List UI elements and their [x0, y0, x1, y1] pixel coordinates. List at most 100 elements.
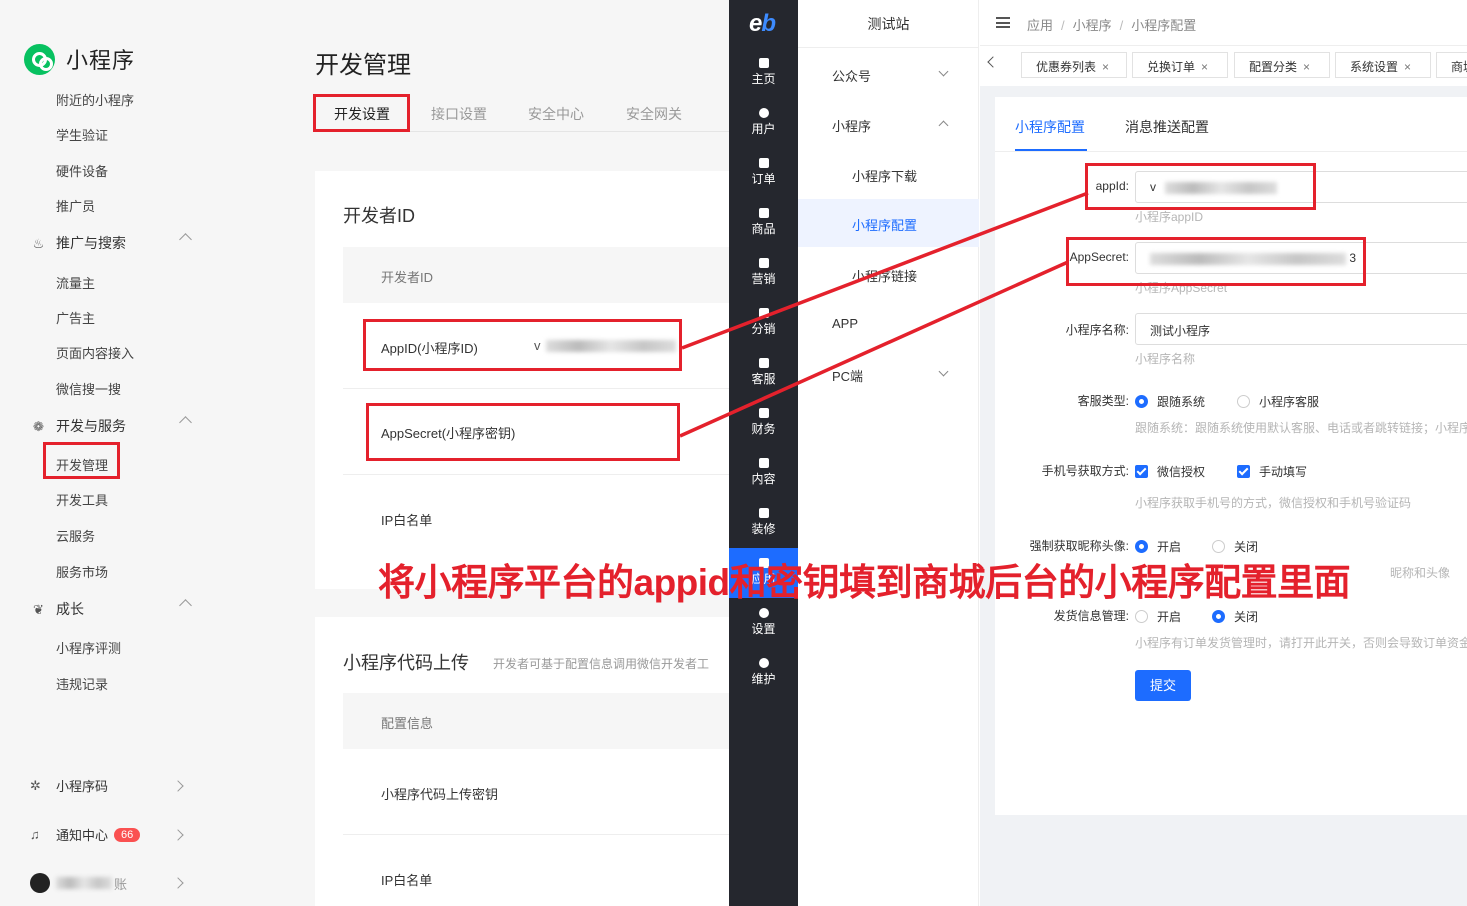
- sidebar-qrcode[interactable]: ✲ 小程序码: [30, 776, 184, 795]
- name-input[interactable]: 测试小程序: [1135, 313, 1467, 345]
- sidebar-item-content[interactable]: 页面内容接入: [56, 343, 134, 362]
- submit-button[interactable]: 提交: [1135, 670, 1191, 701]
- nav-settings[interactable]: 设置: [729, 608, 798, 637]
- option-label: 开启: [1157, 610, 1182, 624]
- sidebar-group-dev[interactable]: ❁ 开发与服务: [30, 416, 192, 436]
- submenu-link[interactable]: 小程序链接: [798, 250, 979, 298]
- card-title: 小程序代码上传: [343, 653, 469, 673]
- ship-on-radio[interactable]: 开启: [1135, 608, 1181, 625]
- phone-manual-checkbox[interactable]: 手动填写: [1237, 463, 1307, 480]
- nav-maintain[interactable]: 维护: [729, 658, 798, 687]
- nav-marketing[interactable]: 营销: [729, 258, 798, 287]
- close-icon[interactable]: ×: [1201, 60, 1208, 74]
- tab-label: 系统设置: [1350, 60, 1399, 74]
- chevron-up-icon: [179, 599, 192, 612]
- nav-label: 主页: [751, 72, 776, 86]
- close-icon[interactable]: ×: [1303, 60, 1310, 74]
- nav-distribution[interactable]: 分销: [729, 308, 798, 337]
- nav-label: 用户: [751, 122, 776, 136]
- notice-badge: 66: [114, 827, 141, 842]
- sidebar-group-promo[interactable]: ♨ 推广与搜索: [30, 233, 192, 253]
- submenu-pc[interactable]: PC端: [798, 350, 979, 398]
- tab-gateway[interactable]: 安全网关: [626, 104, 682, 124]
- menu-toggle-icon[interactable]: [996, 17, 1010, 28]
- checkbox-checked-icon: [1135, 465, 1148, 478]
- sidebar-item-hardware[interactable]: 硬件设备: [56, 161, 108, 180]
- account-name-redacted: [56, 877, 112, 889]
- sidebar-item-promoter[interactable]: 推广员: [56, 196, 95, 215]
- qrcode-icon: ✲: [30, 777, 41, 793]
- sidebar-item-cloud[interactable]: 云服务: [56, 526, 95, 545]
- tab-coupon[interactable]: 优惠券列表 ×: [1021, 52, 1127, 78]
- tab-exchange[interactable]: 兑换订单 ×: [1132, 52, 1228, 78]
- phone-wechat-checkbox[interactable]: 微信授权: [1135, 463, 1205, 480]
- chevron-left-icon[interactable]: [987, 56, 999, 68]
- nav-decorate[interactable]: 装修: [729, 508, 798, 537]
- breadcrumb: 应用 / 小程序 / 小程序配置: [1027, 18, 1197, 33]
- sidebar-group-grow[interactable]: ❦ 成长: [30, 599, 192, 619]
- secret-label: AppSecret(小程序密钥): [381, 426, 516, 441]
- upload-card: 小程序代码上传 开发者可基于配置信息调用微信开发者工 配置信息 小程序代码上传密…: [315, 617, 730, 906]
- tab-system[interactable]: 系统设置 ×: [1335, 52, 1431, 78]
- nav-goods[interactable]: 商品: [729, 208, 798, 237]
- upload-key-label: 小程序代码上传密钥: [381, 787, 499, 802]
- avatar: [30, 873, 50, 893]
- sidebar-item-student[interactable]: 学生验证: [56, 125, 108, 144]
- close-icon[interactable]: ×: [1404, 60, 1411, 74]
- sidebar-item-ads[interactable]: 广告主: [56, 308, 95, 327]
- breadcrumb-item[interactable]: 小程序: [1073, 18, 1112, 33]
- tab-api-settings[interactable]: 接口设置: [431, 104, 487, 124]
- nav-label: 订单: [751, 172, 776, 186]
- goods-icon: [758, 208, 769, 218]
- submenu-gzh[interactable]: 公众号: [798, 50, 979, 98]
- nav-order[interactable]: 订单: [729, 158, 798, 187]
- admin-logo[interactable]: eb: [749, 10, 776, 38]
- tab-dev-settings[interactable]: 开发设置: [334, 104, 390, 124]
- sidebar-item-dev-tools[interactable]: 开发工具: [56, 490, 108, 509]
- nav-home[interactable]: 主页: [729, 58, 798, 87]
- name-field-label: 小程序名称:: [1065, 323, 1129, 337]
- tab-mall[interactable]: 商城: [1436, 52, 1467, 78]
- nav-label: 内容: [751, 472, 776, 486]
- close-icon[interactable]: ×: [1102, 60, 1109, 74]
- sidebar-item-nearby[interactable]: 附近的小程序: [56, 90, 134, 109]
- appid-input-prefix: v: [1150, 180, 1156, 194]
- sidebar-item-dev-manage[interactable]: 开发管理: [56, 455, 108, 474]
- submenu-download[interactable]: 小程序下载: [798, 150, 979, 198]
- sidebar-notice[interactable]: ♫ 通知中心 66: [30, 825, 184, 844]
- sidebar-item-traffic[interactable]: 流量主: [56, 273, 95, 292]
- nav-content[interactable]: 内容: [729, 458, 798, 487]
- name-input-value: 测试小程序: [1150, 324, 1211, 338]
- nav-user[interactable]: 用户: [729, 108, 798, 137]
- secret-input[interactable]: 3: [1135, 242, 1467, 274]
- sidebar-item-search[interactable]: 微信搜一搜: [56, 379, 121, 398]
- sidebar-item-violation[interactable]: 违规记录: [56, 674, 108, 693]
- brush-icon: [758, 508, 769, 518]
- sidebar-item-market[interactable]: 服务市场: [56, 562, 108, 581]
- service-help: 跟随系统：跟随系统使用默认客服、电话或者跳转链接；小程序: [1135, 421, 1467, 435]
- breadcrumb-item[interactable]: 应用: [1027, 18, 1053, 33]
- sidebar-account[interactable]: 账: [30, 873, 184, 893]
- order-icon: [758, 158, 769, 168]
- submenu-config[interactable]: 小程序配置: [798, 199, 979, 247]
- phone-help: 小程序获取手机号的方式，微信授权和手机号验证码: [1135, 496, 1412, 510]
- service-miniapp-radio[interactable]: 小程序客服: [1237, 393, 1319, 410]
- miniprogram-logo[interactable]: 小程序: [24, 43, 135, 75]
- nav-service[interactable]: 客服: [729, 358, 798, 387]
- submenu-app[interactable]: APP: [798, 300, 979, 348]
- ship-off-radio[interactable]: 关闭: [1212, 608, 1258, 625]
- admin-tab-bar: 优惠券列表 × 兑换订单 × 配置分类 × 系统设置 × 商城: [980, 46, 1467, 86]
- appid-input[interactable]: v: [1135, 171, 1467, 203]
- option-label: 小程序客服: [1259, 395, 1320, 409]
- nav-finance[interactable]: 财务: [729, 408, 798, 437]
- sidebar-group-label: 开发与服务: [56, 418, 126, 434]
- sidebar-item-review[interactable]: 小程序评测: [56, 638, 121, 657]
- tab-category[interactable]: 配置分类 ×: [1234, 52, 1330, 78]
- service-follow-radio[interactable]: 跟随系统: [1135, 393, 1205, 410]
- tab-miniapp-config[interactable]: 小程序配置: [1015, 117, 1085, 137]
- wechat-platform-pane: 小程序 附近的小程序 学生验证 硬件设备 推广员 ♨ 推广与搜索 流量主 广告主…: [0, 0, 730, 906]
- tab-push-config[interactable]: 消息推送配置: [1125, 117, 1209, 137]
- appid-label: AppID(小程序ID): [381, 341, 478, 356]
- tab-security[interactable]: 安全中心: [528, 104, 584, 124]
- submenu-miniapp[interactable]: 小程序: [798, 100, 979, 148]
